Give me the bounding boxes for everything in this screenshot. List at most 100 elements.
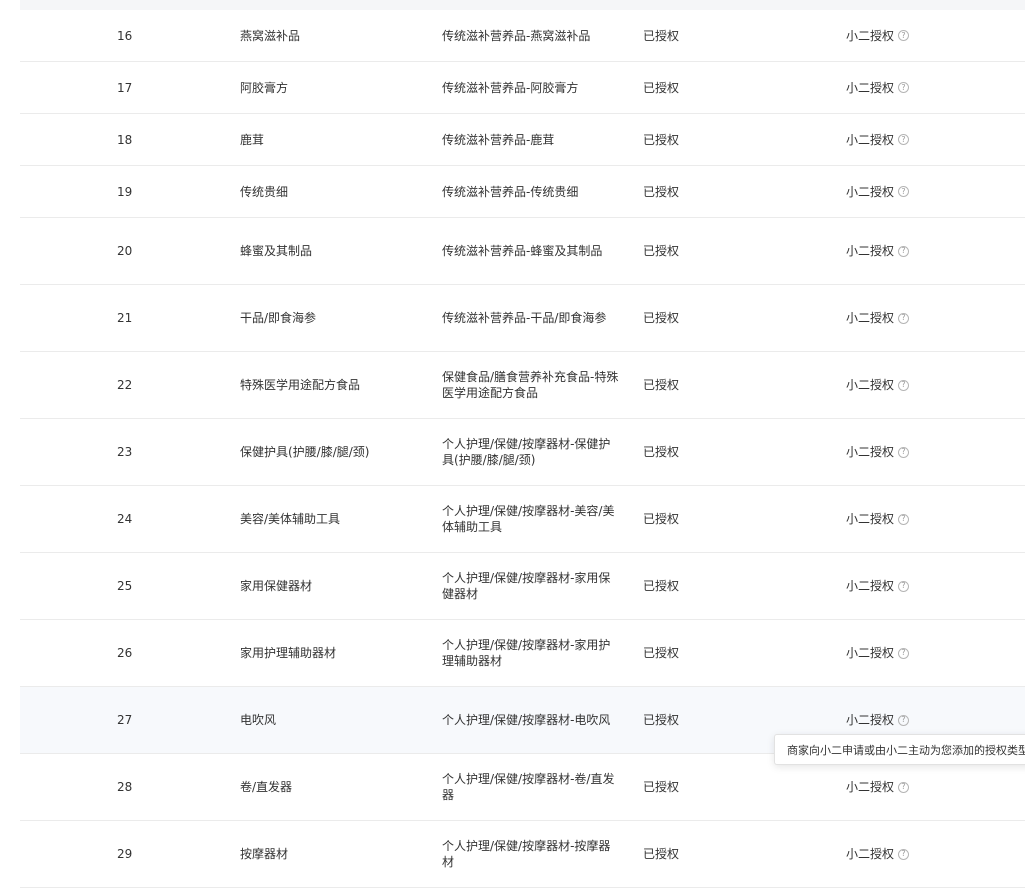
help-icon[interactable]: ?: [898, 82, 910, 93]
auth-status: 已授权: [643, 847, 680, 861]
category-name: 阿胶膏方: [240, 80, 289, 95]
auth-type-label: 小二授权: [846, 780, 895, 794]
auth-type-label: 小二授权: [846, 28, 895, 43]
category-path: 传统滋补营养品-燕窝滋补品: [442, 28, 591, 43]
help-icon[interactable]: ?: [898, 379, 910, 391]
auth-status: 已授权: [643, 311, 680, 325]
category-path: 传统滋补营养品-蜂蜜及其制品: [442, 244, 603, 258]
auth-status: 已授权: [643, 28, 680, 43]
table-row: 24 美容/美体辅助工具 个人护理/保健/按摩器材-美容/美体辅助工具 已授权 …: [20, 486, 1025, 553]
category-path: 保健食品/膳食营养补充食品-特殊医学用途配方食品: [442, 370, 619, 400]
auth-type-label: 小二授权: [846, 646, 895, 660]
auth-type: 小二授权?: [846, 62, 1016, 113]
help-icon[interactable]: ?: [898, 580, 910, 592]
category-path: 个人护理/保健/按摩器材-保健护具(护腰/膝/腿/颈): [442, 437, 611, 467]
category-name: 家用保健器材: [240, 579, 313, 593]
category-path: 个人护理/保健/按摩器材-家用保健器材: [442, 571, 611, 601]
help-icon[interactable]: ?: [898, 186, 910, 197]
table-row: 18 鹿茸 传统滋补营养品-鹿茸 已授权 小二授权?: [20, 114, 1025, 166]
auth-type-label: 小二授权: [846, 378, 895, 392]
category-name: 鹿茸: [240, 132, 265, 147]
help-icon[interactable]: ?: [898, 714, 910, 726]
auth-type-label: 小二授权: [846, 512, 895, 526]
row-index: 28: [117, 780, 133, 794]
auth-status: 已授权: [643, 713, 680, 727]
row-index: 22: [117, 378, 133, 392]
auth-type: 小二授权?: [846, 166, 1016, 217]
auth-status: 已授权: [643, 80, 680, 95]
auth-type: 小二授权?: [846, 285, 1016, 351]
auth-status: 已授权: [643, 184, 680, 199]
auth-type: 小二授权?: [846, 620, 1016, 686]
auth-type-label: 小二授权: [846, 80, 895, 95]
table-header-strip: [20, 0, 1025, 10]
help-icon[interactable]: ?: [898, 245, 910, 257]
auth-type: 小二授权?: [846, 218, 1016, 284]
table-row: 22 特殊医学用途配方食品 保健食品/膳食营养补充食品-特殊医学用途配方食品 已…: [20, 352, 1025, 419]
category-name: 家用护理辅助器材: [240, 646, 337, 660]
category-path: 传统滋补营养品-干品/即食海参: [442, 311, 607, 325]
category-name: 特殊医学用途配方食品: [240, 378, 361, 392]
auth-type: 小二授权?: [846, 821, 1016, 887]
row-index: 29: [117, 847, 133, 861]
category-name: 按摩器材: [240, 847, 289, 861]
help-icon[interactable]: ?: [898, 647, 910, 659]
row-index: 23: [117, 445, 133, 459]
category-path: 传统滋补营养品-鹿茸: [442, 132, 555, 147]
category-name: 美容/美体辅助工具: [240, 512, 341, 526]
auth-type-label: 小二授权: [846, 184, 895, 199]
table-row: 23 保健护具(护腰/膝/腿/颈) 个人护理/保健/按摩器材-保健护具(护腰/膝…: [20, 419, 1025, 486]
auth-status: 已授权: [643, 579, 680, 593]
table-row: 21 干品/即食海参 传统滋补营养品-干品/即食海参 已授权 小二授权?: [20, 285, 1025, 352]
table-row: 16 燕窝滋补品 传统滋补营养品-燕窝滋补品 已授权 小二授权?: [20, 10, 1025, 62]
category-name: 干品/即食海参: [240, 311, 317, 325]
row-index: 24: [117, 512, 133, 526]
table-row: 26 家用护理辅助器材 个人护理/保健/按摩器材-家用护理辅助器材 已授权 小二…: [20, 620, 1025, 687]
auth-status: 已授权: [643, 646, 680, 660]
auth-status: 已授权: [643, 244, 680, 258]
auth-status: 已授权: [643, 378, 680, 392]
auth-type-tooltip: 商家向小二申请或由小二主动为您添加的授权类型: [774, 734, 1025, 765]
help-icon[interactable]: ?: [898, 30, 910, 41]
auth-type-label: 小二授权: [846, 311, 895, 325]
category-path: 个人护理/保健/按摩器材-美容/美体辅助工具: [442, 504, 615, 534]
auth-type-label: 小二授权: [846, 713, 895, 727]
help-icon[interactable]: ?: [898, 134, 910, 145]
table-row: 25 家用保健器材 个人护理/保健/按摩器材-家用保健器材 已授权 小二授权?: [20, 553, 1025, 620]
auth-type: 小二授权?: [846, 10, 1016, 61]
help-icon[interactable]: ?: [898, 513, 910, 525]
category-path: 个人护理/保健/按摩器材-按摩器材: [442, 839, 611, 869]
auth-type: 小二授权?: [846, 114, 1016, 165]
auth-type-label: 小二授权: [846, 445, 895, 459]
category-path: 个人护理/保健/按摩器材-电吹风: [442, 713, 611, 727]
auth-status: 已授权: [643, 512, 680, 526]
category-name: 蜂蜜及其制品: [240, 244, 313, 258]
auth-type-label: 小二授权: [846, 579, 895, 593]
auth-type: 小二授权?: [846, 419, 1016, 485]
category-name: 电吹风: [240, 713, 277, 727]
auth-status: 已授权: [643, 780, 680, 794]
category-name: 传统贵细: [240, 184, 289, 199]
help-icon[interactable]: ?: [898, 446, 910, 458]
category-name: 卷/直发器: [240, 780, 293, 794]
table-row: 29 按摩器材 个人护理/保健/按摩器材-按摩器材 已授权 小二授权?: [20, 821, 1025, 888]
auth-type: 小二授权?: [846, 553, 1016, 619]
help-icon[interactable]: ?: [898, 312, 910, 324]
auth-status: 已授权: [643, 132, 680, 147]
help-icon[interactable]: ?: [898, 781, 910, 793]
row-index: 27: [117, 713, 133, 727]
category-name: 燕窝滋补品: [240, 28, 301, 43]
category-path: 个人护理/保健/按摩器材-家用护理辅助器材: [442, 638, 611, 668]
help-icon[interactable]: ?: [898, 848, 910, 860]
auth-type-label: 小二授权: [846, 847, 895, 861]
row-index: 19: [117, 184, 133, 199]
auth-type: 小二授权?: [846, 486, 1016, 552]
row-index: 26: [117, 646, 133, 660]
table-row: 20 蜂蜜及其制品 传统滋补营养品-蜂蜜及其制品 已授权 小二授权?: [20, 218, 1025, 285]
table-row: 19 传统贵细 传统滋补营养品-传统贵细 已授权 小二授权?: [20, 166, 1025, 218]
category-path: 传统滋补营养品-传统贵细: [442, 184, 579, 199]
auth-status: 已授权: [643, 445, 680, 459]
category-path: 传统滋补营养品-阿胶膏方: [442, 80, 579, 95]
row-index: 17: [117, 80, 133, 95]
row-index: 18: [117, 132, 133, 147]
